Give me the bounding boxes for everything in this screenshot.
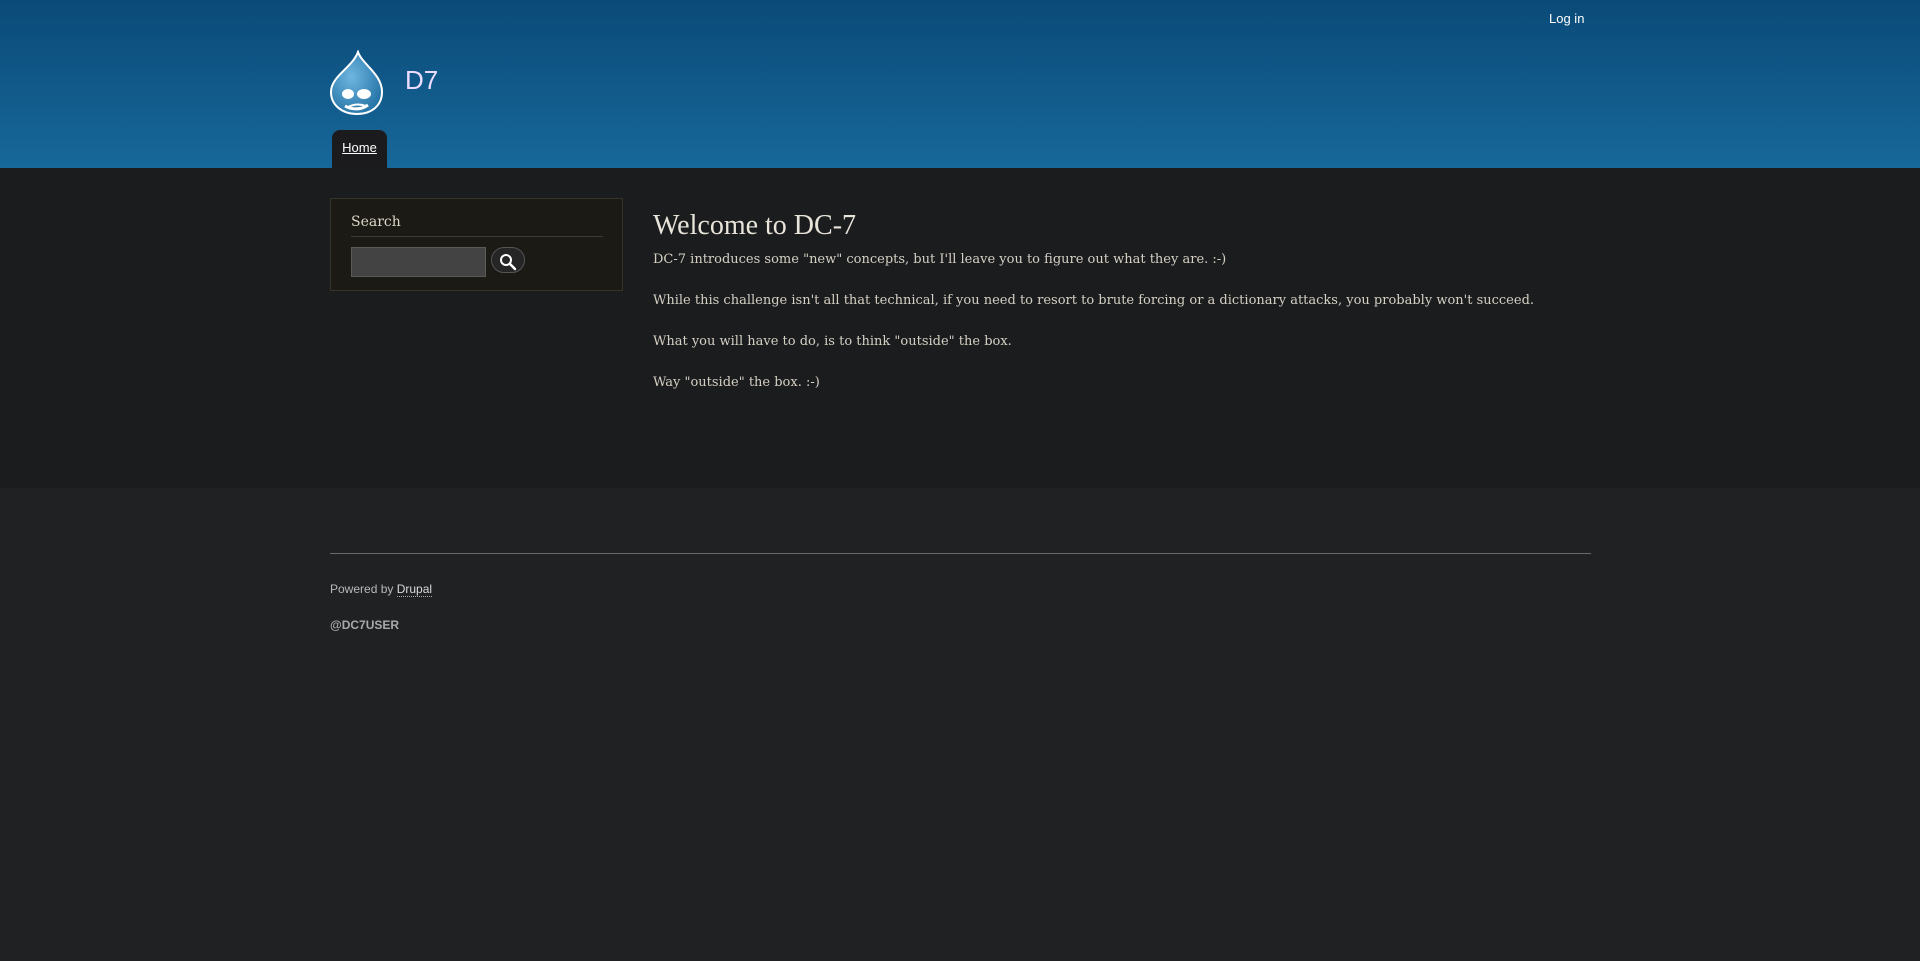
challenge-paragraph: While this challenge isn't all that tech… (653, 293, 1535, 308)
user-handle: @DC7USER (330, 618, 400, 632)
main-content: Welcome to DC-7 DC-7 introduces some "ne… (653, 208, 1613, 414)
search-icon (492, 253, 524, 271)
hint-paragraph: What you will have to do, is to think "o… (653, 334, 1012, 349)
main-region: Search Welcome to DC-7 DC-7 introduces s… (0, 168, 1920, 488)
search-block-title: Search (351, 214, 603, 237)
powered-by: Powered by Drupal (330, 582, 433, 597)
page-title: Welcome to DC-7 (653, 210, 857, 241)
intro-paragraph: DC-7 introduces some "new" concepts, but… (653, 252, 1227, 267)
site-footer: Powered by Drupal @DC7USER (0, 488, 1920, 961)
powered-by-text: Powered by (330, 582, 397, 596)
drupal-link[interactable]: Drupal (396, 582, 433, 597)
login-link[interactable]: Log in (1549, 11, 1584, 26)
site-header: Log in D7 Home (0, 0, 1920, 168)
search-block: Search (330, 198, 623, 291)
tab-home[interactable]: Home (332, 130, 387, 168)
site-name[interactable]: D7 (405, 63, 438, 97)
drupal-drop-icon[interactable] (328, 49, 386, 116)
search-input[interactable] (351, 247, 486, 277)
footer-divider (330, 553, 1591, 554)
closing-paragraph: Way "outside" the box. :-) (653, 375, 820, 390)
search-button[interactable] (491, 247, 525, 273)
